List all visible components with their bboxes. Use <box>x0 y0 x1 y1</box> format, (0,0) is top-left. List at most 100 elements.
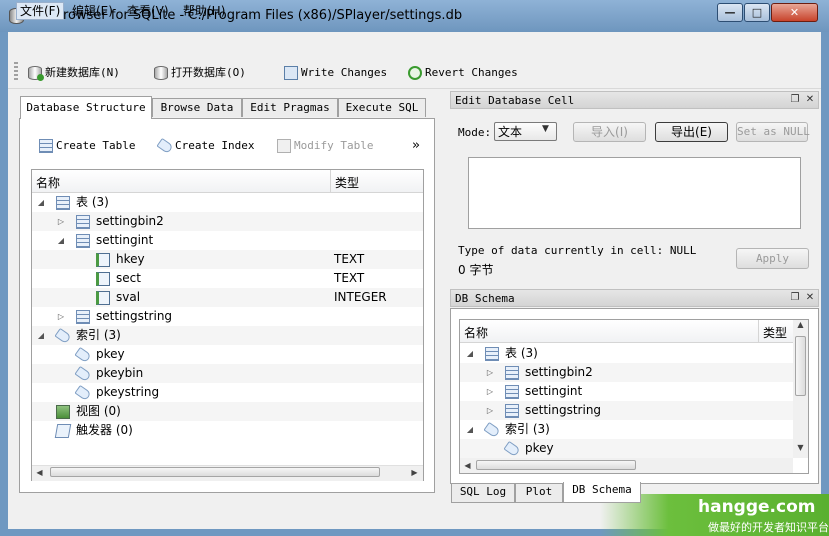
open-database-label: 打开数据库(O) <box>171 66 246 79</box>
field-icon <box>96 291 110 305</box>
schema-item-label[interactable]: 索引 (3) <box>505 420 550 439</box>
edit-cell-dock-title[interactable]: Edit Database Cell <box>450 91 819 109</box>
tree-item-label: settingint <box>96 233 154 247</box>
collapse-arrow-icon[interactable]: ◢ <box>465 344 475 363</box>
scrollbar-thumb[interactable] <box>795 336 806 396</box>
column-name-header[interactable]: 名称 <box>36 174 60 191</box>
schema-column-type[interactable]: 类型 <box>763 324 787 341</box>
schema-dock-title[interactable]: DB Schema <box>450 289 819 307</box>
toolbar-grip[interactable] <box>14 62 18 82</box>
scrollbar-thumb[interactable] <box>50 467 380 477</box>
table-icon <box>505 385 519 399</box>
set-null-button[interactable]: Set as NULL <box>736 122 810 142</box>
scroll-left-icon[interactable]: ◀ <box>32 465 47 480</box>
tab-execute-sql[interactable]: Execute SQL <box>338 98 426 117</box>
tree-row[interactable] <box>32 345 423 364</box>
tree-item-type: INTEGER <box>334 290 387 304</box>
menu-file[interactable]: 文件(F) <box>16 2 65 20</box>
tree-row[interactable] <box>32 364 423 383</box>
table-icon <box>505 366 519 380</box>
table-icon <box>56 196 70 210</box>
float-dock-icon[interactable]: ❐ <box>789 292 801 304</box>
schema-tree-header <box>460 320 793 343</box>
column-type-header[interactable]: 类型 <box>335 174 359 191</box>
tab-edit-pragmas[interactable]: Edit Pragmas <box>242 98 338 117</box>
new-database-icon <box>28 66 44 81</box>
tree-row[interactable] <box>32 231 423 250</box>
scroll-left-icon[interactable]: ◀ <box>460 458 475 473</box>
minimize-button[interactable]: — <box>717 3 743 22</box>
collapse-arrow-icon[interactable]: ◢ <box>56 231 66 250</box>
watermark-slogan: 做最好的开发者知识平台 <box>708 521 829 534</box>
tree-header <box>32 170 423 193</box>
view-icon <box>56 405 70 419</box>
float-dock-icon[interactable]: ❐ <box>789 94 801 106</box>
modify-table-button[interactable]: Modify Table <box>277 138 373 154</box>
create-table-label: Create Table <box>56 139 136 152</box>
create-index-label: Create Index <box>175 139 255 152</box>
menu-view[interactable]: 查看(V) <box>124 2 172 20</box>
create-table-button[interactable]: Create Table <box>39 138 135 154</box>
tab-sql-log[interactable]: SQL Log <box>451 484 515 503</box>
scrollbar-thumb[interactable] <box>476 460 636 470</box>
scroll-up-icon[interactable]: ▲ <box>794 320 807 329</box>
tree-row[interactable] <box>32 307 423 326</box>
tree-item-label: pkeystring <box>96 385 160 399</box>
expand-arrow-icon[interactable]: ▷ <box>485 382 495 401</box>
tree-item-label: 表 (3) <box>76 195 109 209</box>
open-database-icon <box>154 66 168 80</box>
tab-browse-data[interactable]: Browse Data <box>152 98 242 117</box>
collapse-arrow-icon[interactable]: ◢ <box>36 326 46 345</box>
close-dock-icon[interactable]: ✕ <box>804 94 816 106</box>
tab-db-schema[interactable]: DB Schema <box>563 482 641 503</box>
modify-table-icon <box>277 139 291 153</box>
close-dock-icon[interactable]: ✕ <box>804 292 816 304</box>
expand-arrow-icon[interactable]: ▷ <box>485 363 495 382</box>
new-database-label: 新建数据库(N) <box>45 66 120 79</box>
tab-plot[interactable]: Plot <box>515 484 563 503</box>
tree-row[interactable] <box>32 383 423 402</box>
menu-help[interactable]: 帮助(H) <box>180 2 228 20</box>
open-database-button[interactable]: 打开数据库(O) <box>154 64 246 82</box>
tree-item-label: settingstring <box>96 309 173 323</box>
watermark-site: hangge.com <box>698 497 816 517</box>
schema-item-label[interactable]: settingint <box>525 382 582 401</box>
menu-edit[interactable]: 编辑(E) <box>69 2 116 20</box>
export-button[interactable]: 导出(E) <box>655 122 728 142</box>
cell-editor[interactable] <box>468 157 801 229</box>
tree-item-type: TEXT <box>334 252 365 266</box>
more-actions-button[interactable]: » <box>412 138 420 154</box>
expand-arrow-icon[interactable]: ▷ <box>56 212 66 231</box>
write-changes-label: Write Changes <box>301 66 388 79</box>
tab-database-structure[interactable]: Database Structure <box>20 96 152 119</box>
schema-item-label[interactable]: 表 (3) <box>505 344 538 363</box>
scroll-down-icon[interactable]: ▼ <box>794 443 807 452</box>
scroll-right-icon[interactable]: ▶ <box>407 465 422 480</box>
field-icon <box>96 253 110 267</box>
column-divider <box>330 170 331 192</box>
create-table-icon <box>39 139 53 153</box>
table-icon <box>76 310 90 324</box>
collapse-arrow-icon[interactable]: ◢ <box>36 193 46 212</box>
maximize-button[interactable]: □ <box>744 3 770 22</box>
table-icon <box>76 234 90 248</box>
new-database-button[interactable]: 新建数据库(N) <box>28 64 120 82</box>
tree-row[interactable] <box>32 269 423 288</box>
collapse-arrow-icon[interactable]: ◢ <box>465 420 475 439</box>
apply-button[interactable]: Apply <box>736 248 809 269</box>
column-divider <box>758 320 759 342</box>
expand-arrow-icon[interactable]: ▷ <box>56 307 66 326</box>
field-icon <box>96 272 110 286</box>
create-index-button[interactable]: Create Index <box>156 137 255 155</box>
modify-table-label: Modify Table <box>294 139 374 152</box>
revert-changes-button[interactable]: Revert Changes <box>408 64 518 82</box>
import-button[interactable]: 导入(I) <box>573 122 646 142</box>
close-button[interactable]: ✕ <box>771 3 818 22</box>
tree-row[interactable] <box>32 250 423 269</box>
schema-column-name[interactable]: 名称 <box>464 324 488 341</box>
tree-row[interactable] <box>32 212 423 231</box>
write-changes-button[interactable]: Write Changes <box>284 64 387 82</box>
table-icon <box>485 347 499 361</box>
schema-item-label: settingstring <box>525 403 602 417</box>
expand-arrow-icon[interactable]: ▷ <box>485 401 495 420</box>
